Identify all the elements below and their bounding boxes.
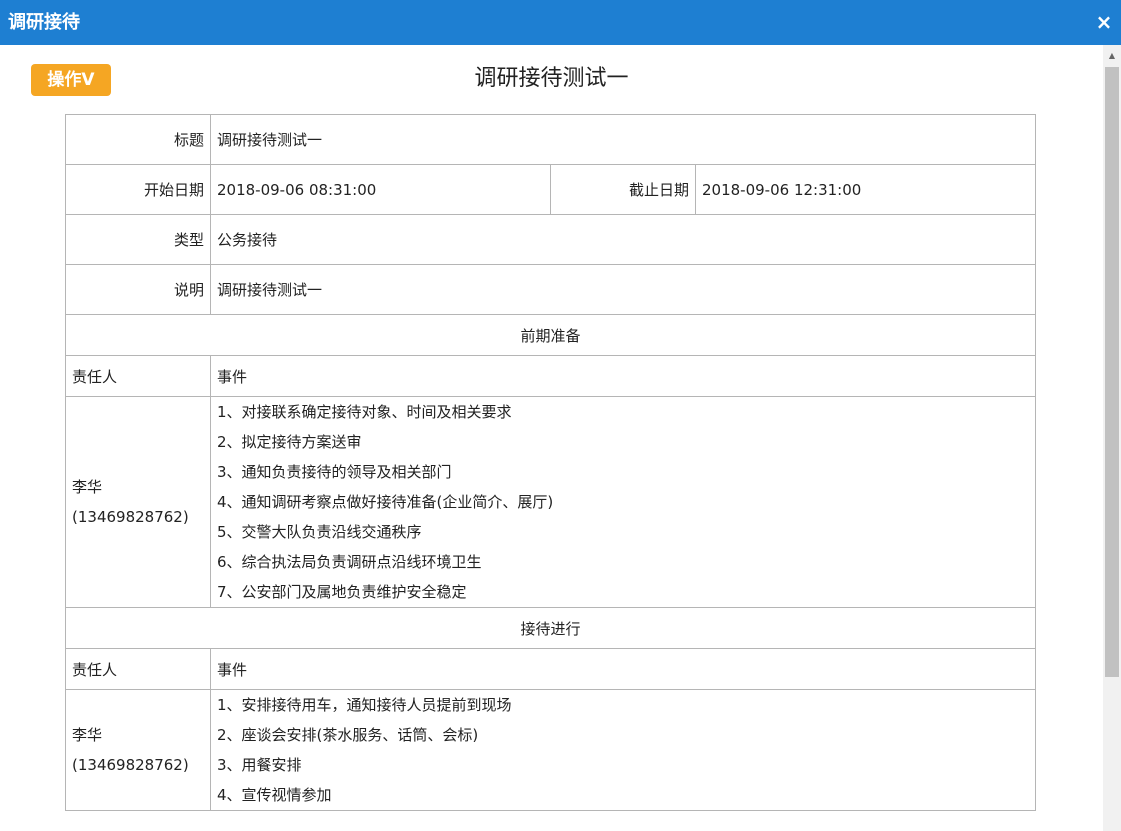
content-area: 操作V 调研接待测试一 标题 调研接待测试一 开始日期 2018-09-06 0… <box>0 45 1103 831</box>
task-item: 3、通知负责接待的领导及相关部门 <box>217 463 452 481</box>
responsible-name: 李华 <box>72 478 103 496</box>
task-item: 7、公安部门及属地负责维护安全稳定 <box>217 583 467 601</box>
task-item: 5、交警大队负责沿线交通秩序 <box>217 523 422 541</box>
type-label: 类型 <box>65 214 211 265</box>
event-column-header: 事件 <box>209 648 1037 690</box>
responsible-person: 李华 (13469828762) <box>65 396 211 608</box>
section-title: 接待进行 <box>64 607 1037 649</box>
type-value: 公务接待 <box>209 214 1037 265</box>
window-titlebar: 调研接待 × <box>0 0 1121 45</box>
column-header-row: 责任人 事件 <box>65 648 1037 690</box>
event-column-header: 事件 <box>209 355 1037 397</box>
page-title: 调研接待测试一 <box>474 66 629 91</box>
task-item: 4、宣传视情参加 <box>217 786 332 804</box>
vertical-scrollbar[interactable]: ▲ <box>1103 45 1121 831</box>
task-item: 2、座谈会安排(茶水服务、话筒、会标) <box>217 726 479 744</box>
responsible-phone: (13469828762) <box>72 756 189 774</box>
responsible-name: 李华 <box>72 726 103 744</box>
section-title: 前期准备 <box>64 314 1037 356</box>
responsible-column-header: 责任人 <box>65 648 211 690</box>
task-item: 1、对接联系确定接待对象、时间及相关要求 <box>217 403 512 421</box>
detail-table: 标题 调研接待测试一 开始日期 2018-09-06 08:31:00 截止日期… <box>64 114 1037 811</box>
row-type: 类型 公务接待 <box>65 214 1037 265</box>
responsible-person: 李华 (13469828762) <box>65 689 211 811</box>
description-label: 说明 <box>65 264 211 315</box>
description-value: 调研接待测试一 <box>209 264 1037 315</box>
column-header-row: 责任人 事件 <box>65 355 1037 397</box>
task-item: 3、用餐安排 <box>217 756 302 774</box>
task-list: 1、安排接待用车，通知接待人员提前到现场 2、座谈会安排(茶水服务、话筒、会标)… <box>209 689 1037 811</box>
task-item: 4、通知调研考察点做好接待准备(企业简介、展厅) <box>217 493 554 511</box>
section-header-row: 前期准备 <box>64 314 1037 356</box>
task-list: 1、对接联系确定接待对象、时间及相关要求 2、拟定接待方案送审 3、通知负责接待… <box>209 396 1037 608</box>
row-title: 标题 调研接待测试一 <box>65 114 1037 165</box>
window-title: 调研接待 <box>8 12 80 33</box>
responsible-phone: (13469828762) <box>72 508 189 526</box>
responsible-column-header: 责任人 <box>65 355 211 397</box>
end-date-label: 截止日期 <box>550 164 696 215</box>
title-value: 调研接待测试一 <box>209 114 1037 165</box>
section-header-row: 接待进行 <box>64 607 1037 649</box>
task-item: 6、综合执法局负责调研点沿线环境卫生 <box>217 553 482 571</box>
task-row: 李华 (13469828762) 1、安排接待用车，通知接待人员提前到现场 2、… <box>65 689 1037 811</box>
row-dates: 开始日期 2018-09-06 08:31:00 截止日期 2018-09-06… <box>65 164 1037 215</box>
scrollbar-thumb[interactable] <box>1105 67 1119 677</box>
title-label: 标题 <box>65 114 211 165</box>
task-item: 1、安排接待用车，通知接待人员提前到现场 <box>217 696 512 714</box>
start-date-value: 2018-09-06 08:31:00 <box>210 164 551 215</box>
start-date-label: 开始日期 <box>65 164 211 215</box>
row-description: 说明 调研接待测试一 <box>65 264 1037 315</box>
scroll-up-arrow-icon[interactable]: ▲ <box>1103 45 1121 67</box>
task-item: 2、拟定接待方案送审 <box>217 433 362 451</box>
task-row: 李华 (13469828762) 1、对接联系确定接待对象、时间及相关要求 2、… <box>65 396 1037 608</box>
end-date-value: 2018-09-06 12:31:00 <box>694 164 1037 215</box>
close-icon[interactable]: × <box>1095 10 1113 34</box>
